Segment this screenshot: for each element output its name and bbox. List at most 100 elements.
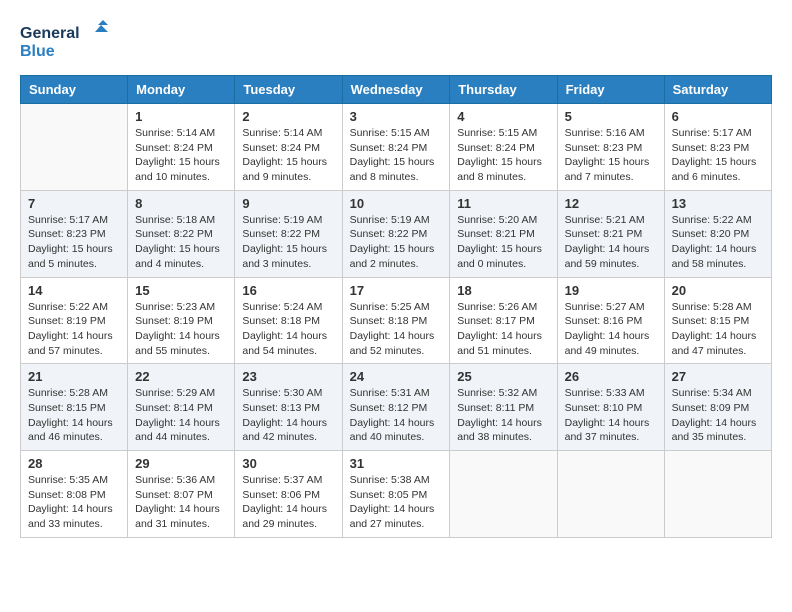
calendar-cell: 4 Sunrise: 5:15 AM Sunset: 8:24 PM Daylig… xyxy=(450,104,557,191)
calendar-cell: 2 Sunrise: 5:14 AM Sunset: 8:24 PM Daylig… xyxy=(235,104,342,191)
day-info: Sunrise: 5:37 AM Sunset: 8:06 PM Dayligh… xyxy=(242,473,334,532)
calendar-cell: 21 Sunrise: 5:28 AM Sunset: 8:15 PM Dayli… xyxy=(21,364,128,451)
calendar-cell: 3 Sunrise: 5:15 AM Sunset: 8:24 PM Daylig… xyxy=(342,104,450,191)
day-number: 12 xyxy=(565,196,657,211)
calendar-cell: 29 Sunrise: 5:36 AM Sunset: 8:07 PM Dayli… xyxy=(128,451,235,538)
day-info: Sunrise: 5:19 AM Sunset: 8:22 PM Dayligh… xyxy=(350,213,443,272)
day-info: Sunrise: 5:36 AM Sunset: 8:07 PM Dayligh… xyxy=(135,473,227,532)
calendar-week-row: 14 Sunrise: 5:22 AM Sunset: 8:19 PM Dayli… xyxy=(21,277,772,364)
day-info: Sunrise: 5:26 AM Sunset: 8:17 PM Dayligh… xyxy=(457,300,549,359)
day-info: Sunrise: 5:16 AM Sunset: 8:23 PM Dayligh… xyxy=(565,126,657,185)
day-number: 31 xyxy=(350,456,443,471)
day-info: Sunrise: 5:24 AM Sunset: 8:18 PM Dayligh… xyxy=(242,300,334,359)
day-info: Sunrise: 5:18 AM Sunset: 8:22 PM Dayligh… xyxy=(135,213,227,272)
day-info: Sunrise: 5:14 AM Sunset: 8:24 PM Dayligh… xyxy=(135,126,227,185)
day-info: Sunrise: 5:14 AM Sunset: 8:24 PM Dayligh… xyxy=(242,126,334,185)
svg-text:General: General xyxy=(20,25,80,42)
day-number: 26 xyxy=(565,369,657,384)
day-info: Sunrise: 5:17 AM Sunset: 8:23 PM Dayligh… xyxy=(28,213,120,272)
day-info: Sunrise: 5:22 AM Sunset: 8:19 PM Dayligh… xyxy=(28,300,120,359)
calendar-cell: 8 Sunrise: 5:18 AM Sunset: 8:22 PM Daylig… xyxy=(128,190,235,277)
day-number: 2 xyxy=(242,109,334,124)
calendar-cell xyxy=(664,451,771,538)
header: General Blue xyxy=(20,20,772,65)
calendar-cell: 11 Sunrise: 5:20 AM Sunset: 8:21 PM Dayli… xyxy=(450,190,557,277)
calendar-cell: 12 Sunrise: 5:21 AM Sunset: 8:21 PM Dayli… xyxy=(557,190,664,277)
day-number: 30 xyxy=(242,456,334,471)
day-info: Sunrise: 5:15 AM Sunset: 8:24 PM Dayligh… xyxy=(350,126,443,185)
day-info: Sunrise: 5:32 AM Sunset: 8:11 PM Dayligh… xyxy=(457,386,549,445)
day-number: 29 xyxy=(135,456,227,471)
calendar-week-row: 7 Sunrise: 5:17 AM Sunset: 8:23 PM Daylig… xyxy=(21,190,772,277)
day-number: 5 xyxy=(565,109,657,124)
day-number: 11 xyxy=(457,196,549,211)
day-number: 4 xyxy=(457,109,549,124)
calendar-cell: 5 Sunrise: 5:16 AM Sunset: 8:23 PM Daylig… xyxy=(557,104,664,191)
day-number: 3 xyxy=(350,109,443,124)
calendar-cell: 25Sunrise: 5:32 AM Sunset: 8:11 PM Dayli… xyxy=(450,364,557,451)
calendar-cell: 19Sunrise: 5:27 AM Sunset: 8:16 PM Dayli… xyxy=(557,277,664,364)
day-number: 17 xyxy=(350,283,443,298)
day-info: Sunrise: 5:35 AM Sunset: 8:08 PM Dayligh… xyxy=(28,473,120,532)
calendar-cell: 28 Sunrise: 5:35 AM Sunset: 8:08 PM Dayli… xyxy=(21,451,128,538)
svg-text:Blue: Blue xyxy=(20,43,55,60)
logo-svg: General Blue xyxy=(20,20,110,65)
day-info: Sunrise: 5:29 AM Sunset: 8:14 PM Dayligh… xyxy=(135,386,227,445)
day-number: 28 xyxy=(28,456,120,471)
day-number: 24 xyxy=(350,369,443,384)
calendar-cell: 18 Sunrise: 5:26 AM Sunset: 8:17 PM Dayli… xyxy=(450,277,557,364)
day-number: 20 xyxy=(672,283,764,298)
column-header-friday: Friday xyxy=(557,76,664,104)
day-info: Sunrise: 5:17 AM Sunset: 8:23 PM Dayligh… xyxy=(672,126,764,185)
logo: General Blue xyxy=(20,20,110,65)
column-header-monday: Monday xyxy=(128,76,235,104)
calendar-cell: 26 Sunrise: 5:33 AM Sunset: 8:10 PM Dayli… xyxy=(557,364,664,451)
day-info: Sunrise: 5:28 AM Sunset: 8:15 PM Dayligh… xyxy=(28,386,120,445)
calendar-week-row: 28 Sunrise: 5:35 AM Sunset: 8:08 PM Dayli… xyxy=(21,451,772,538)
calendar-cell: 6 Sunrise: 5:17 AM Sunset: 8:23 PM Daylig… xyxy=(664,104,771,191)
day-number: 9 xyxy=(242,196,334,211)
calendar: SundayMondayTuesdayWednesdayThursdayFrid… xyxy=(20,75,772,538)
day-number: 18 xyxy=(457,283,549,298)
calendar-cell: 15 Sunrise: 5:23 AM Sunset: 8:19 PM Dayli… xyxy=(128,277,235,364)
day-number: 21 xyxy=(28,369,120,384)
calendar-cell: 23 Sunrise: 5:30 AM Sunset: 8:13 PM Dayli… xyxy=(235,364,342,451)
calendar-cell: 14 Sunrise: 5:22 AM Sunset: 8:19 PM Dayli… xyxy=(21,277,128,364)
day-number: 16 xyxy=(242,283,334,298)
day-number: 27 xyxy=(672,369,764,384)
calendar-week-row: 21 Sunrise: 5:28 AM Sunset: 8:15 PM Dayli… xyxy=(21,364,772,451)
calendar-cell: 9 Sunrise: 5:19 AM Sunset: 8:22 PM Daylig… xyxy=(235,190,342,277)
day-info: Sunrise: 5:30 AM Sunset: 8:13 PM Dayligh… xyxy=(242,386,334,445)
day-number: 15 xyxy=(135,283,227,298)
day-number: 10 xyxy=(350,196,443,211)
day-number: 22 xyxy=(135,369,227,384)
day-info: Sunrise: 5:15 AM Sunset: 8:24 PM Dayligh… xyxy=(457,126,549,185)
calendar-cell: 17 Sunrise: 5:25 AM Sunset: 8:18 PM Dayli… xyxy=(342,277,450,364)
calendar-cell: 7 Sunrise: 5:17 AM Sunset: 8:23 PM Daylig… xyxy=(21,190,128,277)
day-info: Sunrise: 5:23 AM Sunset: 8:19 PM Dayligh… xyxy=(135,300,227,359)
day-number: 8 xyxy=(135,196,227,211)
column-header-sunday: Sunday xyxy=(21,76,128,104)
calendar-cell: 1Sunrise: 5:14 AM Sunset: 8:24 PM Daylig… xyxy=(128,104,235,191)
column-header-saturday: Saturday xyxy=(664,76,771,104)
day-number: 7 xyxy=(28,196,120,211)
day-info: Sunrise: 5:28 AM Sunset: 8:15 PM Dayligh… xyxy=(672,300,764,359)
day-info: Sunrise: 5:33 AM Sunset: 8:10 PM Dayligh… xyxy=(565,386,657,445)
day-info: Sunrise: 5:25 AM Sunset: 8:18 PM Dayligh… xyxy=(350,300,443,359)
calendar-header-row: SundayMondayTuesdayWednesdayThursdayFrid… xyxy=(21,76,772,104)
day-info: Sunrise: 5:34 AM Sunset: 8:09 PM Dayligh… xyxy=(672,386,764,445)
day-number: 13 xyxy=(672,196,764,211)
day-info: Sunrise: 5:20 AM Sunset: 8:21 PM Dayligh… xyxy=(457,213,549,272)
day-info: Sunrise: 5:27 AM Sunset: 8:16 PM Dayligh… xyxy=(565,300,657,359)
day-number: 14 xyxy=(28,283,120,298)
calendar-cell: 27 Sunrise: 5:34 AM Sunset: 8:09 PM Dayli… xyxy=(664,364,771,451)
calendar-cell: 22 Sunrise: 5:29 AM Sunset: 8:14 PM Dayli… xyxy=(128,364,235,451)
day-info: Sunrise: 5:19 AM Sunset: 8:22 PM Dayligh… xyxy=(242,213,334,272)
day-info: Sunrise: 5:22 AM Sunset: 8:20 PM Dayligh… xyxy=(672,213,764,272)
day-info: Sunrise: 5:21 AM Sunset: 8:21 PM Dayligh… xyxy=(565,213,657,272)
day-number: 23 xyxy=(242,369,334,384)
day-number: 6 xyxy=(672,109,764,124)
column-header-thursday: Thursday xyxy=(450,76,557,104)
calendar-week-row: 1Sunrise: 5:14 AM Sunset: 8:24 PM Daylig… xyxy=(21,104,772,191)
column-header-wednesday: Wednesday xyxy=(342,76,450,104)
